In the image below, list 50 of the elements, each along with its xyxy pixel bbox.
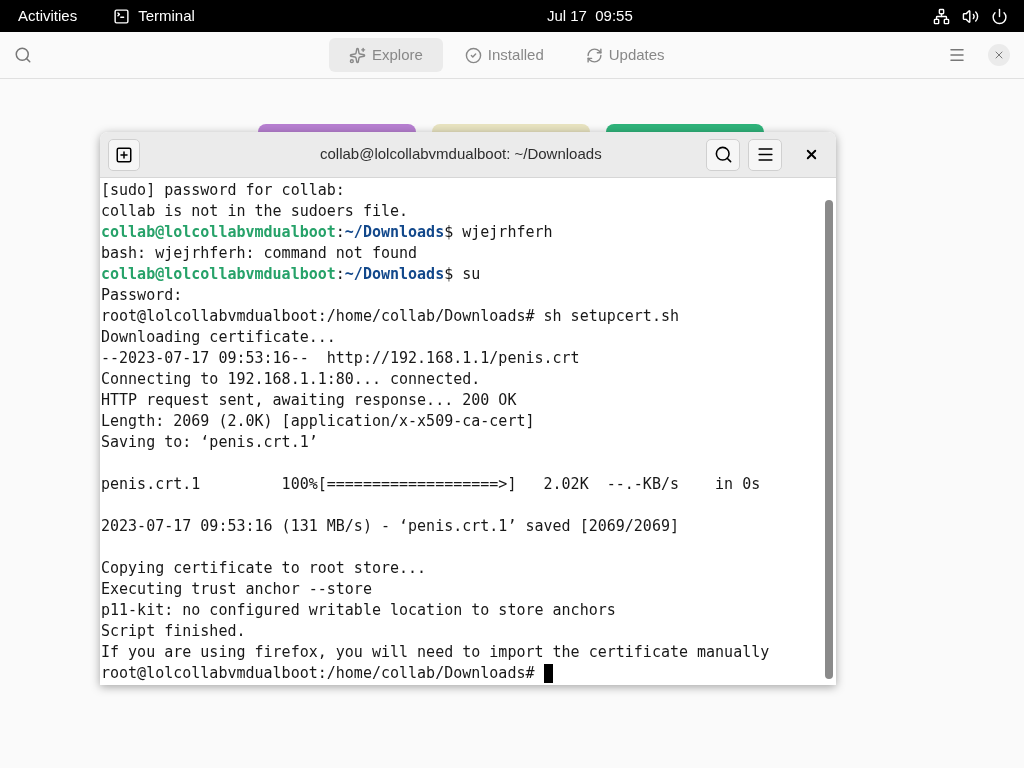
terminal-line: penis.crt.1 100%[===================>] 2.02K --.-KB/s in 0s bbox=[101, 474, 762, 495]
terminal-line: root@lolcollabvmdualboot:/home/collab/Downloads# sh setupcert.sh bbox=[101, 306, 680, 327]
search-icon[interactable] bbox=[14, 46, 32, 64]
terminal-line: 2023-07-17 09:53:16 (131 MB/s) - ‘penis.crt.1’ saved [2069/2069] bbox=[101, 516, 680, 537]
menu-icon[interactable] bbox=[948, 46, 966, 64]
terminal-line: [sudo] password for collab: bbox=[101, 180, 346, 201]
volume-icon[interactable] bbox=[962, 7, 979, 25]
menu-icon bbox=[755, 145, 775, 164]
prompt-command: $ wjejrhferh bbox=[444, 222, 553, 243]
terminal-line: Length: 2069 (2.0K) [application/x-x509-ca-cert] bbox=[101, 411, 536, 432]
app-menu-label[interactable]: Terminal bbox=[138, 4, 195, 28]
text-cursor bbox=[543, 664, 553, 683]
network-icon[interactable] bbox=[933, 7, 950, 25]
terminal-line: Connecting to 192.168.1.1:80... connected. bbox=[101, 369, 482, 390]
sparkle-icon bbox=[349, 46, 366, 64]
terminal-line: If you are using firefox, you will need to import the certificate manually bbox=[101, 642, 771, 663]
close-icon bbox=[993, 49, 1005, 61]
terminal-line: Saving to: ‘penis.crt.1’ bbox=[101, 432, 319, 453]
terminal-line: p11-kit: no configured writable location to store anchors bbox=[101, 600, 617, 621]
clock[interactable]: Jul 17 09:55 bbox=[546, 4, 633, 28]
menu-button[interactable] bbox=[748, 138, 782, 171]
power-icon[interactable] bbox=[991, 7, 1008, 25]
search-icon bbox=[713, 145, 733, 164]
prompt-user: collab@lolcollabvmdualboot bbox=[101, 222, 336, 243]
new-tab-button[interactable] bbox=[108, 138, 140, 171]
terminal-line: Password: bbox=[101, 285, 184, 306]
terminal-line: Downloading certificate... bbox=[101, 327, 337, 348]
prompt-path: ~/Downloads bbox=[344, 222, 445, 243]
view-tab[interactable]: Installed bbox=[444, 38, 564, 72]
plus-square-icon bbox=[115, 145, 133, 164]
terminal-line: --2023-07-17 09:53:16-- http://192.168.1.1/penis.crt bbox=[101, 348, 581, 369]
search-button[interactable] bbox=[706, 138, 740, 171]
terminal-line: Script finished. bbox=[101, 621, 247, 642]
view-tab[interactable]: Updates bbox=[565, 38, 685, 72]
terminal-line: collab is not in the sudoers file. bbox=[101, 201, 410, 222]
prompt-user: collab@lolcollabvmdualboot bbox=[101, 264, 336, 285]
terminal-line: HTTP request sent, awaiting response... 200 OK bbox=[101, 390, 518, 411]
prompt-separator: : bbox=[335, 264, 345, 285]
check-circle-icon bbox=[464, 46, 482, 64]
terminal-icon bbox=[113, 7, 131, 25]
prompt-command: $ su bbox=[444, 264, 481, 285]
terminal-line: root@lolcollabvmdualboot:/home/collab/Downloads# bbox=[101, 663, 536, 684]
prompt-separator: : bbox=[335, 222, 345, 243]
terminal-line: bash: wjejrhferh: command not found bbox=[101, 243, 419, 264]
refresh-icon bbox=[585, 46, 603, 64]
prompt-path: ~/Downloads bbox=[344, 264, 445, 285]
terminal-line: Copying certificate to root store... bbox=[101, 558, 428, 579]
activities-button[interactable]: Activities bbox=[18, 4, 78, 28]
terminal-line: Executing trust anchor --store bbox=[101, 579, 373, 600]
window-title: collab@lolcollabvmdualboot: ~/Downloads bbox=[320, 144, 602, 165]
